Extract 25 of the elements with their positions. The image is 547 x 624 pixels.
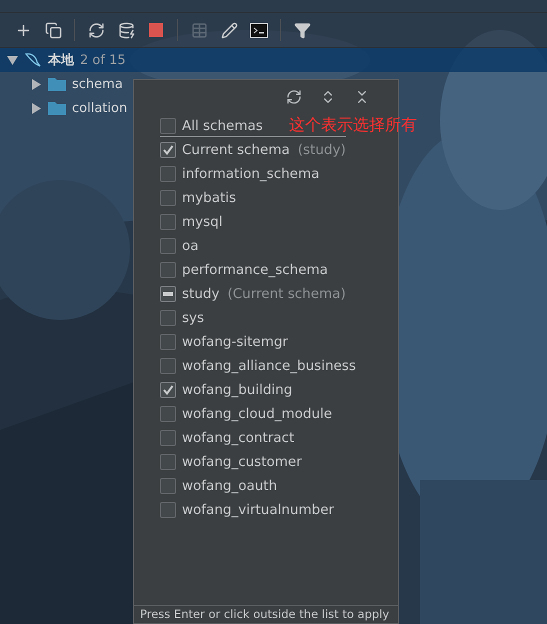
tree-label: 本地	[48, 52, 74, 69]
schema-label: study	[182, 286, 220, 302]
tree-label: schema	[72, 76, 123, 92]
schema-label: Current schema	[182, 142, 290, 158]
schema-note: (study)	[298, 142, 346, 158]
schema-label: information_schema	[182, 166, 320, 182]
schema-label: wofang_oauth	[182, 478, 278, 494]
schema-label: oa	[182, 238, 199, 254]
schema-label: mybatis	[182, 190, 236, 206]
schema-label: sys	[182, 310, 204, 326]
schema-label: wofang_contract	[182, 430, 294, 446]
tree-label: collation	[72, 100, 128, 116]
schema-label: wofang_customer	[182, 454, 302, 470]
count-label: 2 of 15	[80, 52, 126, 68]
schema-label: All schemas	[182, 118, 263, 134]
schema-label: wofang_alliance_business	[182, 358, 356, 374]
annotation-text: 这个表示选择所有	[289, 115, 417, 136]
footer-hint: Press Enter or click outside the list to apply	[134, 605, 398, 623]
schema-label: wofang_building	[182, 382, 292, 398]
schema-label: mysql	[182, 214, 222, 230]
schema-label: wofang-sitemgr	[182, 334, 288, 350]
schema-note: (Current schema)	[227, 286, 346, 302]
schema-label: wofang_cloud_module	[182, 406, 332, 422]
schema-label: performance_schema	[182, 262, 328, 278]
schema-label: wofang_virtualnumber	[182, 502, 334, 518]
